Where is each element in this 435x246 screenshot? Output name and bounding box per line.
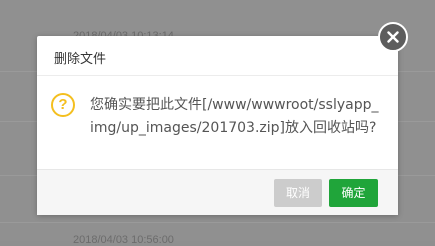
question-icon: ?	[51, 93, 75, 117]
background-divider	[0, 222, 435, 223]
confirm-button[interactable]: 确定	[329, 179, 378, 207]
dialog-header: 删除文件	[37, 36, 398, 76]
close-button[interactable]	[378, 22, 408, 52]
close-icon	[387, 31, 399, 43]
background-row-date: 2018/04/03 10:56:00	[73, 234, 174, 246]
dialog-title: 删除文件	[54, 52, 107, 67]
dialog-footer: 取消 确定	[37, 169, 398, 215]
cancel-button[interactable]: 取消	[274, 179, 322, 207]
confirm-message: 您确实要把此文件[/www/wwwroot/sslyapp_img/up_ima…	[90, 97, 379, 136]
delete-file-dialog: 删除文件 ? 您确实要把此文件[/www/wwwroot/sslyapp_img…	[37, 36, 398, 215]
